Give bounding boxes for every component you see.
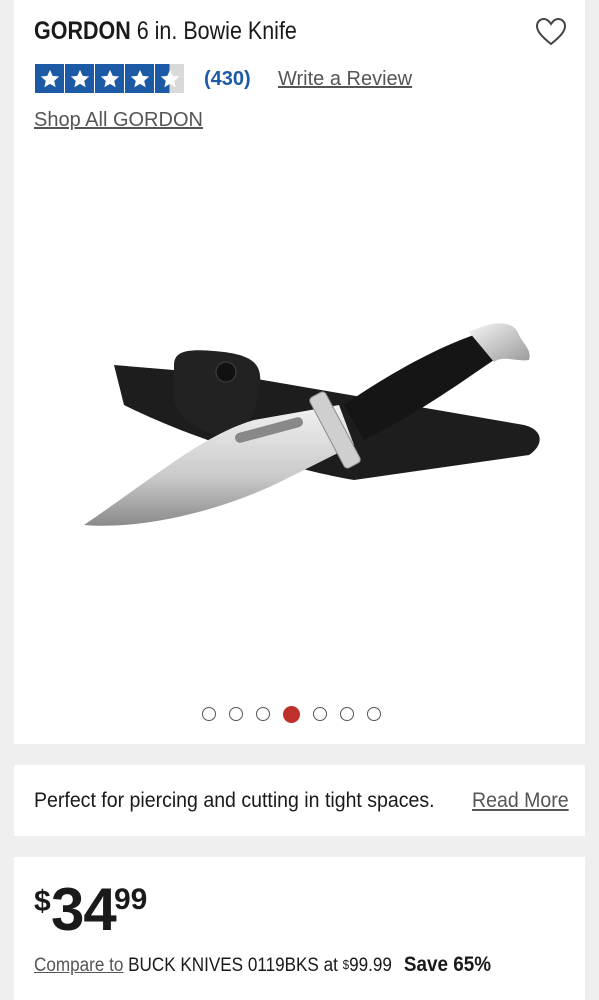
compare-product: BUCK KNIVES 0119BKS at: [128, 955, 338, 976]
carousel-indicators[interactable]: [202, 706, 394, 723]
carousel-dot[interactable]: [313, 707, 327, 721]
rating-stars[interactable]: [35, 64, 185, 93]
compare-link[interactable]: Compare to: [34, 955, 123, 976]
read-more-link[interactable]: Read More: [472, 765, 569, 836]
review-count[interactable]: (430): [204, 64, 251, 94]
star-icon: [125, 64, 154, 93]
price-cents: 99: [114, 883, 148, 916]
carousel-dot[interactable]: [202, 707, 216, 721]
product-image[interactable]: [54, 320, 554, 550]
shop-all-link[interactable]: Shop All GORDON: [34, 105, 203, 135]
product-card: GORDON 6 in. Bowie Knife (430) Write a R…: [14, 0, 585, 744]
carousel-dot-active[interactable]: [283, 706, 300, 723]
carousel-dot[interactable]: [367, 707, 381, 721]
compare-row: Compare to BUCK KNIVES 0119BKS at $99.99…: [34, 952, 491, 979]
carousel-dot[interactable]: [340, 707, 354, 721]
price-card: $ 34 99 Compare to BUCK KNIVES 0119BKS a…: [14, 857, 585, 1000]
price-currency: $: [34, 885, 51, 918]
price-dollars: 34: [51, 876, 117, 943]
star-icon: [35, 64, 64, 93]
write-review-link[interactable]: Write a Review: [278, 64, 412, 94]
star-icon: [95, 64, 124, 93]
description-text: Perfect for piercing and cutting in tigh…: [34, 789, 435, 812]
product-brand: GORDON: [34, 17, 131, 45]
product-name: 6 in. Bowie Knife: [136, 17, 297, 45]
carousel-dot[interactable]: [229, 707, 243, 721]
carousel-dot[interactable]: [256, 707, 270, 721]
product-title: GORDON 6 in. Bowie Knife: [34, 14, 297, 48]
heart-icon[interactable]: [535, 17, 567, 47]
star-half-icon: [155, 64, 184, 93]
star-icon: [65, 64, 94, 93]
save-badge: Save 65%: [403, 953, 492, 976]
description-card: Perfect for piercing and cutting in tigh…: [14, 765, 585, 836]
compare-price: 99.99: [349, 955, 392, 976]
